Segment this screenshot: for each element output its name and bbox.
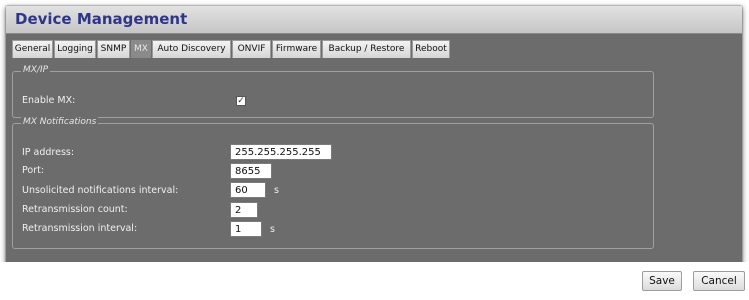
tab-auto-discovery[interactable]: Auto Discovery (152, 40, 231, 58)
mx-notifications-fieldset: MX Notifications IP address: Port: Unsol… (12, 117, 654, 249)
unsolicited-interval-input[interactable] (230, 182, 266, 198)
tab-firmware[interactable]: Firmware (272, 40, 321, 58)
retransmission-interval-input[interactable] (230, 221, 262, 237)
window-title: Device Management (15, 10, 188, 28)
tab-logging[interactable]: Logging (54, 40, 96, 58)
device-management-window: Device Management General Logging SNMP M… (6, 6, 742, 268)
mx-notifications-legend: MX Notifications (21, 117, 99, 127)
unsolicited-interval-unit: s (274, 185, 279, 196)
mxip-fieldset: MX/IP Enable MX: ✓ (12, 65, 654, 118)
unsolicited-interval-label: Unsolicited notifications interval: (22, 185, 179, 196)
enable-mx-checkbox[interactable]: ✓ (236, 96, 246, 106)
tab-mx[interactable]: MX (131, 40, 151, 58)
tab-backup-restore[interactable]: Backup / Restore (322, 40, 411, 58)
footer-bar: Save Cancel (0, 262, 749, 300)
tab-snmp[interactable]: SNMP (97, 40, 130, 58)
tab-reboot[interactable]: Reboot (412, 40, 450, 58)
title-bar: Device Management (6, 6, 742, 34)
mxip-legend: MX/IP (21, 65, 51, 75)
ip-address-label: IP address: (22, 147, 75, 158)
retransmission-count-label: Retransmission count: (22, 204, 128, 215)
port-input[interactable] (230, 163, 272, 179)
tab-onvif[interactable]: ONVIF (232, 40, 271, 58)
retransmission-count-input[interactable] (230, 202, 258, 218)
enable-mx-label: Enable MX: (22, 95, 76, 106)
checkmark-icon: ✓ (237, 96, 245, 106)
retransmission-interval-label: Retransmission interval: (22, 223, 138, 234)
ip-address-input[interactable] (230, 144, 332, 160)
retransmission-interval-unit: s (270, 224, 275, 235)
port-label: Port: (22, 165, 45, 176)
cancel-button[interactable]: Cancel (693, 271, 745, 291)
save-button[interactable]: Save (642, 271, 682, 291)
tab-general[interactable]: General (12, 40, 53, 58)
